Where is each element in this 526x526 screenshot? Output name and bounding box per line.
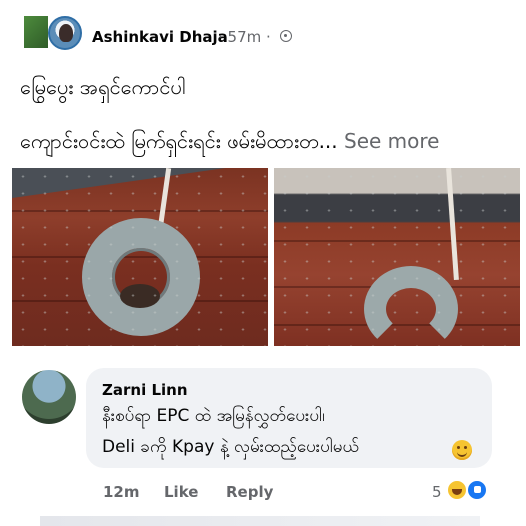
post-text-line-1: မြွေပွေး အရှင်ကောင်ပါ — [20, 75, 186, 99]
post-photo-right[interactable] — [274, 168, 520, 346]
commenter-name[interactable]: Zarni Linn — [102, 381, 188, 399]
post-timestamp[interactable]: · 57m · — [218, 28, 271, 46]
commenter-avatar[interactable] — [22, 370, 76, 424]
post-author-avatar[interactable] — [48, 16, 82, 50]
post-text-truncated: ကျောင်းဝင်းထဲ မြက်ရှင်းရင်း ဖမ်းမိထားတ..… — [20, 129, 338, 153]
comment-text-line-2: Deli ခကို Kpay နဲ့ လှမ်းထည့်ပေးပါမယ် — [102, 437, 359, 457]
reply-button[interactable]: Reply — [226, 483, 273, 501]
comment-timestamp[interactable]: 12m — [103, 483, 140, 501]
like-button[interactable]: Like — [164, 483, 198, 501]
reaction-count[interactable]: 5 — [432, 483, 442, 501]
speckle-texture — [274, 168, 520, 346]
post-author-name[interactable]: Ashinkavi Dhaja — [92, 28, 228, 46]
cropped-thumbnail — [24, 16, 48, 48]
comment-text-line-1: နီးစပ်ရာ EPC ထဲ အမြန်လွှတ်ပေးပါ၊ — [102, 406, 325, 426]
post-photo-left[interactable] — [12, 168, 268, 346]
smiling-emoji-icon — [452, 440, 472, 460]
haha-reaction-icon[interactable] — [446, 479, 468, 501]
speckle-texture — [12, 168, 268, 346]
globe-icon[interactable] — [280, 30, 292, 42]
post-text-line-2: ကျောင်းဝင်းထဲ မြက်ရှင်းရင်း ဖမ်းမိထားတ..… — [20, 128, 439, 158]
see-more-link[interactable]: See more — [338, 129, 439, 153]
like-reaction-icon[interactable] — [466, 479, 488, 501]
next-comment-edge — [40, 516, 480, 526]
